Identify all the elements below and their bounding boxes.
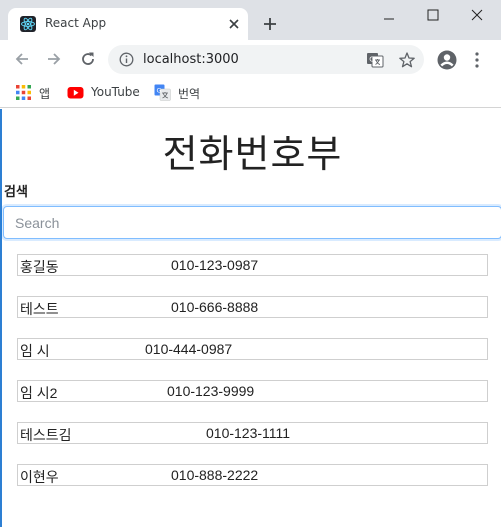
bookmark-star-icon[interactable] xyxy=(398,51,416,69)
contact-row[interactable]: 이현우 010-888-2222 xyxy=(17,464,488,486)
contact-name: 홍길동 xyxy=(20,259,59,275)
contact-phone: 010-888-2222 xyxy=(171,467,259,483)
url-text[interactable]: localhost:3000 xyxy=(143,52,239,67)
contact-phone: 010-666-8888 xyxy=(171,299,259,315)
search-label: 검색 xyxy=(4,185,28,200)
contact-row[interactable]: 임 시 010-444-0987 xyxy=(17,338,488,360)
apps-grid-icon xyxy=(16,85,31,100)
contact-phone: 010-123-1111 xyxy=(206,425,291,441)
contact-name: 이현우 xyxy=(20,469,59,485)
search-input[interactable] xyxy=(3,206,501,239)
svg-text:G: G xyxy=(369,56,374,64)
maximize-icon[interactable] xyxy=(418,4,448,26)
page-content: 전화번호부 검색 홍길동 010-123-0987 테스트 010-666-88… xyxy=(0,109,501,527)
profile-avatar-icon[interactable] xyxy=(437,50,457,70)
close-window-icon[interactable] xyxy=(462,4,492,26)
contact-row[interactable]: 홍길동 010-123-0987 xyxy=(17,254,488,276)
forward-arrow-icon[interactable] xyxy=(45,50,63,68)
contact-name: 테스트김 xyxy=(20,427,72,443)
back-arrow-icon[interactable] xyxy=(13,50,31,68)
contact-row[interactable]: 임 시2 010-123-9999 xyxy=(17,380,488,402)
bookmark-label: 번역 xyxy=(178,87,201,101)
close-tab-icon[interactable] xyxy=(226,16,242,32)
minimize-icon[interactable] xyxy=(374,4,404,26)
contact-row[interactable]: 테스트 010-666-8888 xyxy=(17,296,488,318)
browser-tab[interactable]: React App xyxy=(8,8,248,40)
bookmarks-bar: 앱 YouTube G 번역 xyxy=(0,78,501,108)
bookmark-label: 앱 xyxy=(39,87,51,101)
browser-toolbar: localhost:3000 G xyxy=(0,40,501,78)
react-logo-icon xyxy=(20,16,36,32)
bookmark-label: YouTube xyxy=(91,85,140,99)
contact-phone: 010-123-9999 xyxy=(167,383,255,399)
google-translate-icon: G xyxy=(154,84,171,101)
tab-title: React App xyxy=(45,16,107,30)
address-bar[interactable]: localhost:3000 G xyxy=(108,45,424,74)
new-tab-icon[interactable] xyxy=(262,16,278,32)
reload-icon[interactable] xyxy=(79,50,97,68)
contact-phone: 010-444-0987 xyxy=(145,341,233,357)
more-menu-icon[interactable] xyxy=(474,51,480,69)
page-title: 전화번호부 xyxy=(162,132,343,176)
info-icon[interactable] xyxy=(119,52,134,67)
contact-name: 임 시2 xyxy=(20,385,58,401)
translate-page-icon[interactable]: G xyxy=(366,51,384,69)
youtube-icon xyxy=(67,87,84,99)
contact-name: 임 시 xyxy=(20,343,50,359)
contact-phone: 010-123-0987 xyxy=(171,257,259,273)
svg-text:G: G xyxy=(157,87,162,95)
browser-title-bar: React App xyxy=(0,0,501,40)
contact-name: 테스트 xyxy=(20,301,59,317)
contact-row[interactable]: 테스트김 010-123-1111 xyxy=(17,422,488,444)
